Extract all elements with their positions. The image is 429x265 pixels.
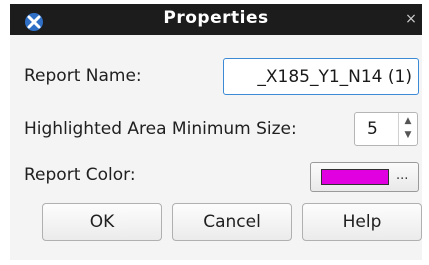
min-size-value: 5 xyxy=(367,119,378,139)
report-name-value: _X185_Y1_N14 (1) xyxy=(257,67,412,87)
help-button[interactable]: Help xyxy=(302,203,422,241)
report-name-label: Report Name: xyxy=(24,66,142,86)
ok-button[interactable]: OK xyxy=(42,203,162,241)
min-size-spinbox[interactable]: 5 ▲ ▼ xyxy=(354,112,418,146)
spin-up-icon[interactable]: ▲ xyxy=(399,116,417,126)
spin-arrows: ▲ ▼ xyxy=(398,113,417,145)
title-bar: Properties × xyxy=(10,4,422,35)
cancel-button[interactable]: Cancel xyxy=(172,203,292,241)
report-name-input[interactable]: _X185_Y1_N14 (1) xyxy=(223,58,419,95)
dialog-body: Report Name: _X185_Y1_N14 (1) Highlighte… xyxy=(10,35,422,260)
color-swatch xyxy=(321,169,389,185)
spin-down-icon[interactable]: ▼ xyxy=(399,130,417,140)
properties-dialog: Properties × Report Name: _X185_Y1_N14 (… xyxy=(0,0,429,265)
window-title: Properties xyxy=(163,8,269,28)
ellipsis-label: ... xyxy=(396,168,409,183)
close-icon[interactable]: × xyxy=(402,10,420,28)
report-color-label: Report Color: xyxy=(24,165,136,185)
min-size-label: Highlighted Area Minimum Size: xyxy=(24,119,297,139)
color-picker-button[interactable]: ... xyxy=(310,162,419,192)
